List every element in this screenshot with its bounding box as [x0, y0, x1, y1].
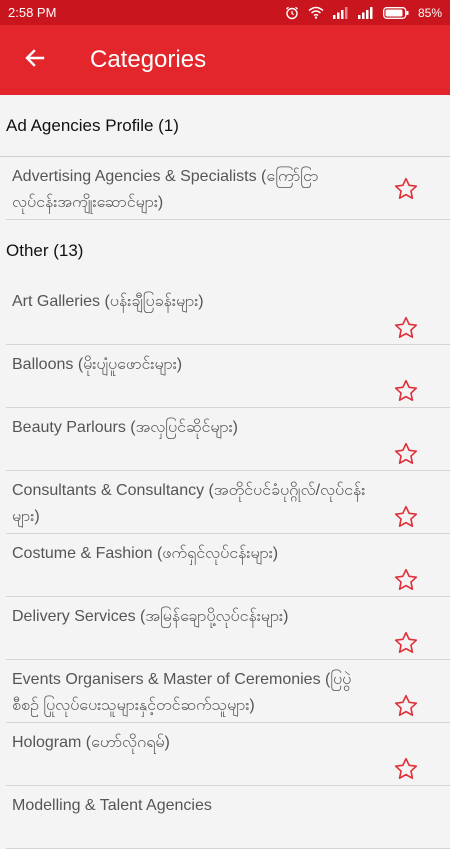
category-label: Hologram (ဟော်လိုဂရမ်): [12, 734, 170, 751]
section-header-other: Other (13): [0, 220, 450, 282]
battery-icon: [383, 6, 409, 19]
list-item[interactable]: Beauty Parlours (အလှပြင်ဆိုင်များ): [6, 408, 450, 471]
star-outline-icon[interactable]: [392, 175, 420, 203]
category-label: Events Organisers & Master of Ceremonies…: [12, 671, 352, 714]
list-item[interactable]: Modelling & Talent Agencies: [6, 786, 450, 849]
category-label: Art Galleries (ပန်းချီပြခန်းများ): [12, 293, 204, 310]
category-label: Consultants & Consultancy (အတိုင်ပင်ခံပု…: [12, 482, 366, 525]
star-outline-icon[interactable]: [392, 503, 420, 531]
star-outline-icon[interactable]: [392, 755, 420, 783]
star-outline-icon[interactable]: [392, 377, 420, 405]
alarm-icon: [285, 6, 299, 20]
list-item[interactable]: Art Galleries (ပန်းချီပြခန်းများ): [6, 282, 450, 345]
category-label: Costume & Fashion (ဖက်ရှင်လုပ်ငန်းများ): [12, 545, 279, 562]
star-outline-icon[interactable]: [392, 692, 420, 720]
star-outline-icon[interactable]: [392, 440, 420, 468]
star-outline-icon[interactable]: [392, 629, 420, 657]
page-title: Categories: [90, 46, 207, 73]
signal-icon-2: [357, 6, 374, 19]
list-item[interactable]: Hologram (ဟော်လိုဂရမ်): [6, 723, 450, 786]
category-label: Balloons (မိုးပျံပူဖောင်းများ): [12, 356, 183, 373]
list-item[interactable]: Advertising Agencies & Specialists (ကြော…: [6, 157, 450, 220]
list-item[interactable]: Balloons (မိုးပျံပူဖောင်းများ): [6, 345, 450, 408]
category-label: Delivery Services (အမြန်ချောပို့လုပ်ငန်း…: [12, 608, 289, 625]
star-outline-icon[interactable]: [392, 566, 420, 594]
list-item[interactable]: Delivery Services (အမြန်ချောပို့လုပ်ငန်း…: [6, 597, 450, 660]
back-button[interactable]: [0, 25, 70, 95]
list-item[interactable]: Consultants & Consultancy (အတိုင်ပင်ခံပု…: [6, 471, 450, 534]
status-bar: 2:58 PM 85%: [0, 0, 450, 25]
category-label: Beauty Parlours (အလှပြင်ဆိုင်များ): [12, 419, 238, 436]
category-label: Modelling & Talent Agencies: [12, 797, 212, 814]
signal-icon: [332, 6, 349, 19]
list-item[interactable]: Costume & Fashion (ဖက်ရှင်လုပ်ငန်းများ): [6, 534, 450, 597]
app-bar: Categories: [0, 25, 450, 95]
status-time: 2:58 PM: [8, 5, 57, 20]
star-outline-icon[interactable]: [392, 314, 420, 342]
category-label: Advertising Agencies & Specialists (ကြော…: [12, 168, 319, 211]
category-list: Ad Agencies Profile (1) Advertising Agen…: [0, 95, 450, 849]
list-item[interactable]: Events Organisers & Master of Ceremonies…: [6, 660, 450, 723]
section-header-ad-agencies: Ad Agencies Profile (1): [0, 95, 450, 157]
arrow-left-icon: [23, 46, 47, 74]
wifi-icon: [308, 6, 324, 19]
battery-percentage: 85%: [417, 5, 442, 20]
